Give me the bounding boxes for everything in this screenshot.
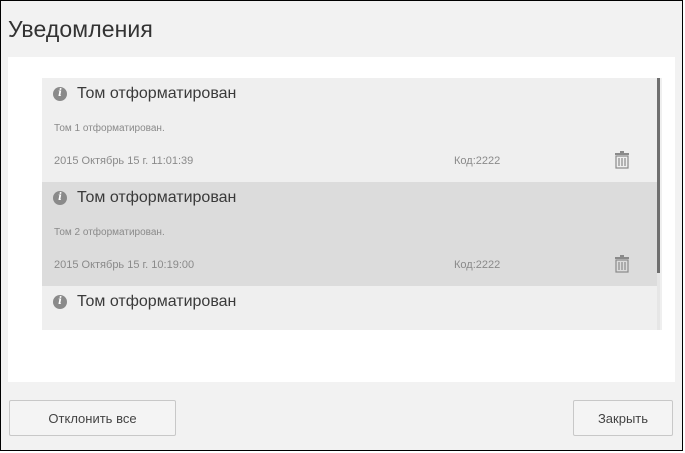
dialog-title: Уведомления bbox=[8, 16, 153, 42]
scrollbar-thumb[interactable] bbox=[657, 78, 660, 273]
notification-header: i Том отформатирован bbox=[53, 293, 236, 311]
notification-item[interactable]: i Том отформатирован bbox=[42, 286, 657, 330]
notifications-dialog: Уведомления i Том отформатирован Том 1 о… bbox=[0, 0, 683, 451]
info-icon: i bbox=[53, 87, 67, 101]
info-icon: i bbox=[53, 191, 67, 205]
notification-item[interactable]: i Том отформатирован Том 2 отформатирова… bbox=[42, 182, 657, 286]
notification-list[interactable]: i Том отформатирован Том 1 отформатирова… bbox=[42, 78, 662, 330]
notification-message: Том 1 отформатирован. bbox=[54, 123, 165, 134]
notification-date: 2015 Октябрь 15 г. 11:01:39 bbox=[54, 155, 194, 167]
notification-header: i Том отформатирован bbox=[53, 189, 236, 207]
scrollbar[interactable] bbox=[657, 78, 660, 330]
notification-title: Том отформатирован bbox=[77, 85, 237, 102]
info-icon: i bbox=[53, 295, 67, 309]
notification-header: i Том отформатирован bbox=[53, 85, 236, 103]
close-button[interactable]: Закрыть bbox=[573, 400, 673, 436]
notification-title: Том отформатирован bbox=[77, 293, 237, 310]
trash-icon[interactable] bbox=[614, 255, 630, 273]
notification-message: Том 2 отформатирован. bbox=[54, 227, 165, 238]
notification-code: Код:2222 bbox=[454, 259, 501, 271]
dismiss-all-button[interactable]: Отклонить все bbox=[9, 400, 176, 436]
dialog-content: i Том отформатирован Том 1 отформатирова… bbox=[8, 57, 675, 382]
notification-title: Том отформатирован bbox=[77, 189, 237, 206]
notification-item[interactable]: i Том отформатирован Том 1 отформатирова… bbox=[42, 78, 657, 182]
notification-code: Код:2222 bbox=[454, 155, 501, 167]
trash-icon[interactable] bbox=[614, 151, 630, 169]
notification-date: 2015 Октябрь 15 г. 10:19:00 bbox=[54, 259, 195, 271]
